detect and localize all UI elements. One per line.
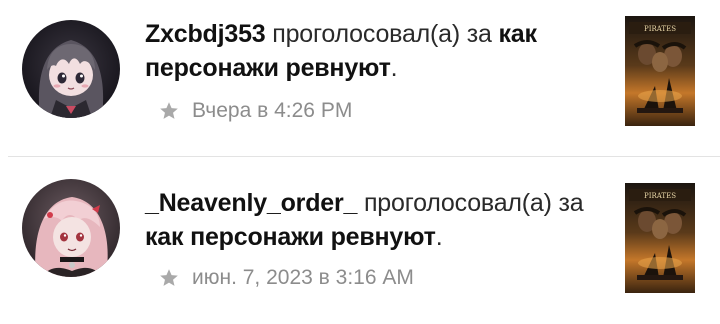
activity-feed: Zxcbdj353 проголосовал(а) за как персона…	[0, 0, 720, 324]
punctuation: .	[390, 54, 398, 82]
poll-thumbnail[interactable]: PIRATES	[625, 183, 695, 293]
pirates-of-the-caribbean-poster: PIRATES	[625, 16, 695, 126]
star-icon	[160, 269, 178, 286]
username-link[interactable]: Zxcbdj353	[145, 20, 266, 48]
timestamp: июн. 7, 2023 в 3:16 AM	[192, 266, 414, 289]
anime-girl-dark-hair-avatar	[22, 20, 120, 118]
user-avatar[interactable]	[22, 179, 120, 277]
svg-text:PIRATES: PIRATES	[644, 192, 676, 200]
user-avatar[interactable]	[22, 20, 120, 118]
pirates-of-the-caribbean-poster: PIRATES	[625, 183, 695, 293]
timestamp: Вчера в 4:26 PM	[192, 99, 353, 122]
punctuation: .	[435, 223, 443, 251]
activity-text: _Neavenly_order_ проголосовал(а) за как …	[145, 186, 605, 254]
activity-text: Zxcbdj353 проголосовал(а) за как персона…	[145, 17, 605, 85]
username-link[interactable]: _Neavenly_order_	[145, 189, 357, 217]
feed-item: Zxcbdj353 проголосовал(а) за как персона…	[0, 0, 720, 157]
anime-girl-pink-hair-avatar	[22, 179, 120, 277]
activity-meta: июн. 7, 2023 в 3:16 AM	[158, 263, 414, 293]
poll-thumbnail[interactable]: PIRATES	[625, 16, 695, 126]
star-icon	[160, 102, 178, 119]
svg-text:PIRATES: PIRATES	[644, 25, 676, 33]
feed-item: _Neavenly_order_ проголосовал(а) за как …	[0, 157, 720, 324]
action-text: проголосовал(а) за	[272, 20, 492, 48]
activity-meta: Вчера в 4:26 PM	[158, 96, 352, 126]
poll-link[interactable]: как персонажи ревнуют	[145, 223, 436, 251]
action-text: проголосовал(а) за	[363, 189, 584, 217]
